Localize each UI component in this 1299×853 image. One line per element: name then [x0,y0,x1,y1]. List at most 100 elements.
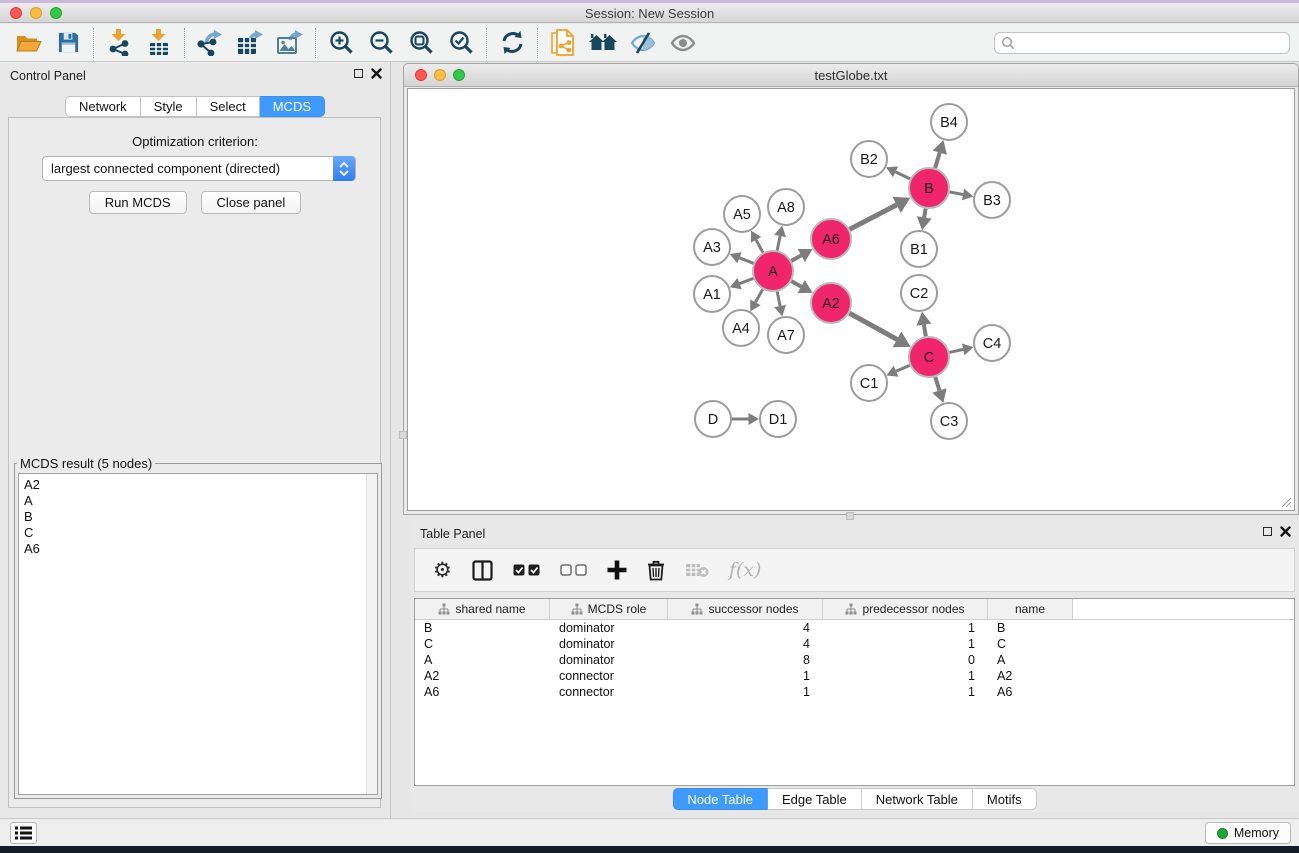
tab-style[interactable]: Style [141,96,197,117]
search-input[interactable] [1019,36,1283,50]
tab-node-table[interactable]: Node Table [672,788,768,810]
resize-grip-icon[interactable] [1278,494,1292,508]
graph-edge-A-A3[interactable] [739,258,753,264]
table-row[interactable]: Adominator80A [415,652,1294,668]
graph-node-A[interactable]: A [753,251,793,291]
graph-node-B3[interactable]: B3 [974,182,1010,218]
graph-node-D[interactable]: D [695,401,731,437]
float-panel-icon[interactable] [354,69,363,78]
delete-table-button[interactable] [685,562,709,578]
delete-column-button[interactable] [647,560,665,581]
criterion-dropdown[interactable]: largest connected component (directed) [42,156,356,181]
graph-edge-B-B3[interactable] [950,192,963,195]
mcds-list-scrollbar[interactable] [366,474,377,794]
mcds-result-item[interactable]: A6 [24,541,372,557]
graph-edge-C-C1[interactable] [896,365,910,371]
select-all-columns-button[interactable] [513,564,540,576]
run-mcds-button[interactable]: Run MCDS [89,191,187,214]
tab-motifs[interactable]: Motifs [973,788,1037,810]
network-canvas[interactable]: B4 B2 B B3 B1 A5A8A6 A3 A A1 C2 A4A7A2 C C4 C1 C3 D D1 [407,88,1295,511]
graph-node-A7[interactable]: A7 [768,317,804,353]
column-header-shared-name[interactable]: shared name [415,599,550,619]
tab-network[interactable]: Network [65,96,141,117]
graph-edge-B-B4[interactable] [935,153,940,168]
splitter-handle[interactable] [846,512,854,520]
import-network-button[interactable] [99,26,139,60]
zoom-in-button[interactable] [321,26,361,60]
graph-node-B4[interactable]: B4 [931,104,967,140]
close-panel-icon[interactable] [1280,526,1291,537]
export-image-button[interactable] [270,26,310,60]
graph-edge-A-A5[interactable] [756,240,763,253]
mcds-result-item[interactable]: C [24,525,372,541]
graph-node-A3[interactable]: A3 [694,229,730,265]
open-session-button[interactable] [8,26,48,60]
toggle-column-panel-button[interactable] [472,560,493,581]
mcds-result-item[interactable]: A [24,493,372,509]
graph-node-B2[interactable]: B2 [851,141,887,177]
graph-edge-A-A2[interactable] [791,281,801,286]
memory-button[interactable]: Memory [1205,822,1291,844]
graph-edge-C-C4[interactable] [949,349,963,352]
unselect-all-columns-button[interactable] [560,564,587,576]
import-table-button[interactable] [139,26,179,60]
tab-network-table[interactable]: Network Table [862,788,973,810]
graph-node-A4[interactable]: A4 [723,310,759,346]
graph-node-D1[interactable]: D1 [760,401,796,437]
table-row[interactable]: A2connector11A2 [415,668,1294,684]
graph-edge-A-A1[interactable] [740,278,754,283]
splitter-handle[interactable] [399,431,407,439]
graph-node-C4[interactable]: C4 [974,325,1010,361]
graph-node-C3[interactable]: C3 [931,403,967,439]
zoom-selected-button[interactable] [441,26,481,60]
graph-node-A1[interactable]: A1 [694,276,730,312]
graph-edge-B-B1[interactable] [924,209,925,218]
tab-mcds[interactable]: MCDS [260,96,325,117]
close-panel-button[interactable]: Close panel [201,191,302,214]
export-table-button[interactable] [230,26,270,60]
column-header-successor-nodes[interactable]: successor nodes [668,599,823,619]
graph-edge-A6-B[interactable] [850,205,897,229]
graph-node-A5[interactable]: A5 [724,196,760,232]
graph-node-A6[interactable]: A6 [811,219,851,259]
network-from-document-button[interactable] [543,26,583,60]
graph-edge-B-B2[interactable] [896,172,911,179]
refresh-button[interactable] [492,26,532,60]
table-settings-button[interactable]: ⚙ [433,560,452,581]
column-header-MCDS-role[interactable]: MCDS role [550,599,668,619]
graph-node-C[interactable]: C [909,337,949,377]
graph-node-B[interactable]: B [909,168,949,208]
zoom-out-button[interactable] [361,26,401,60]
graph-node-C2[interactable]: C2 [901,275,937,311]
graph-node-C1[interactable]: C1 [851,365,887,401]
hide-details-button[interactable] [623,26,663,60]
table-row[interactable]: A6connector11A6 [415,684,1294,700]
graph-edge-A-A7[interactable] [777,292,780,307]
graph-node-A8[interactable]: A8 [768,189,804,225]
graph-edge-C-C3[interactable] [935,377,939,390]
graph-node-B1[interactable]: B1 [901,231,937,267]
graph-edge-A-A4[interactable] [755,289,762,302]
table-row[interactable]: Bdominator41B [415,620,1294,636]
mcds-result-item[interactable]: A2 [24,477,372,493]
column-header-predecessor-nodes[interactable]: predecessor nodes [823,599,988,619]
graph-edge-A2-C[interactable] [849,313,897,339]
float-panel-icon[interactable] [1263,527,1272,536]
create-column-button[interactable] [607,560,627,580]
task-history-button[interactable] [10,822,37,844]
table-row[interactable]: Cdominator41C [415,636,1294,652]
network-window-titlebar[interactable]: testGlobe.txt [404,64,1298,87]
graph-edge-A-A8[interactable] [777,236,780,251]
tab-select[interactable]: Select [197,96,260,117]
graph-edge-A-A6[interactable] [791,255,801,260]
column-header-name[interactable]: name [988,599,1073,619]
tab-edge-table[interactable]: Edge Table [768,788,862,810]
close-panel-icon[interactable] [371,68,382,79]
home-layout-button[interactable] [583,26,623,60]
export-network-button[interactable] [190,26,230,60]
mcds-result-item[interactable]: B [24,509,372,525]
graph-node-A2[interactable]: A2 [811,283,851,323]
zoom-fit-button[interactable] [401,26,441,60]
save-session-button[interactable] [48,26,88,60]
show-details-button[interactable] [663,26,703,60]
